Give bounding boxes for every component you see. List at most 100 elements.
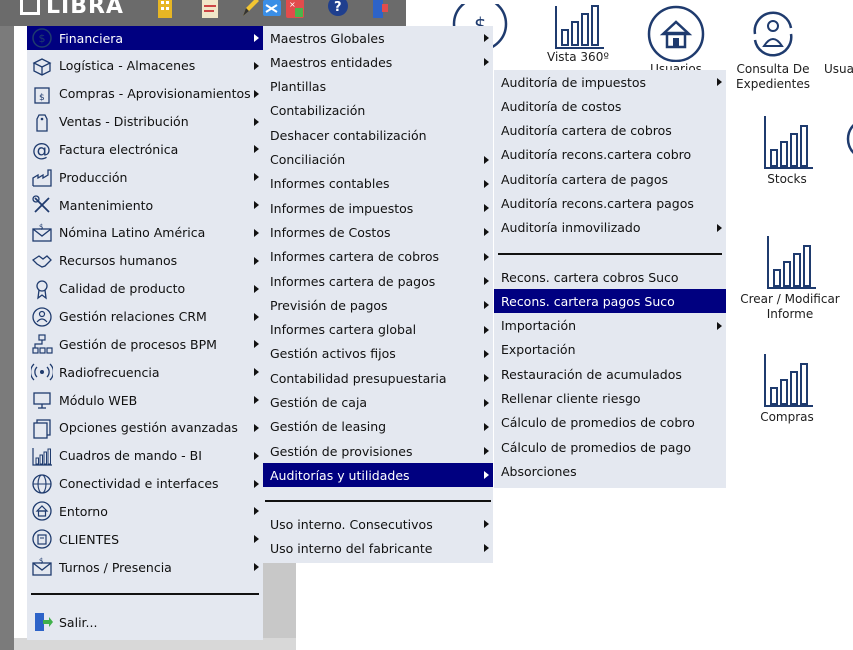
calculator-icon[interactable]: × — [285, 0, 305, 20]
submenu-arrow-icon — [484, 277, 489, 285]
main-menu-item-opciones-gestion-avanzadas[interactable]: Opciones gestión avanzadas — [27, 416, 263, 440]
submenu-item-auditoria-cartera-de-cobros[interactable]: Auditoría cartera de cobros — [494, 119, 726, 143]
submenu-item-deshacer-contabilizacion[interactable]: Deshacer contabilización — [263, 123, 493, 147]
submenu-item-conciliacion[interactable]: Conciliación — [263, 148, 493, 172]
menu-item-label: Factura electrónica — [59, 141, 179, 157]
main-menu-item-gestion-de-procesos-bpm[interactable]: Gestión de procesos BPM — [27, 332, 263, 356]
submenu-item-gestion-de-provisiones[interactable]: Gestión de provisiones — [263, 439, 493, 463]
tile-stocks[interactable]: Stocks — [756, 114, 818, 187]
documents-icon — [33, 419, 51, 439]
exit-door-icon[interactable] — [370, 0, 390, 20]
submenu-item-contabilidad-presupuestaria[interactable]: Contabilidad presupuestaria — [263, 366, 493, 390]
main-menu-item-recursos-humanos[interactable]: Recursos humanos — [27, 249, 263, 273]
submenu-item-gestion-de-caja[interactable]: Gestión de caja — [263, 391, 493, 415]
main-menu-item-logistica-almacenes[interactable]: Logística - Almacenes — [27, 54, 263, 78]
submenu-item-calculo-de-promedios-de-pago[interactable]: Cálculo de promedios de pago — [494, 435, 726, 459]
tile-compras[interactable]: Compras — [756, 352, 818, 425]
main-menu-item-nomina-latino-america[interactable]: $ Nómina Latino América — [27, 221, 263, 245]
submenu-item-recons-cartera-pagos-suco[interactable]: Recons. cartera pagos Suco — [494, 289, 726, 314]
submenu-item-restauracion-de-acumulados[interactable]: Restauración de acumulados — [494, 362, 726, 386]
pencil-icon[interactable] — [240, 0, 260, 20]
main-menu-item-financiera[interactable]: $ Financiera — [27, 26, 263, 50]
submenu-item-informes-de-costos[interactable]: Informes de Costos — [263, 220, 493, 244]
menu-item-label: Plantillas — [270, 79, 327, 95]
submenu-item-informes-cartera-de-pagos[interactable]: Informes cartera de pagos — [263, 269, 493, 293]
menu-item-label: Turnos / Presencia — [59, 559, 172, 575]
submenu-arrow-icon — [254, 563, 259, 572]
main-menu-item-calidad-de-producto[interactable]: Calidad de producto — [27, 277, 263, 301]
tile-consulta-expedientes[interactable]: Consulta De Expedientes — [730, 4, 816, 92]
menu-item-label: Auditoría cartera de pagos — [501, 171, 668, 187]
menu-item-label: Opciones gestión avanzadas — [59, 420, 238, 436]
home-icon — [647, 5, 705, 62]
submenu-item-absorciones[interactable]: Absorciones — [494, 459, 726, 483]
tile-vista-360[interactable]: Vista 360º — [545, 4, 611, 65]
main-menu-item-turnos-presencia[interactable]: $ Turnos / Presencia — [27, 555, 263, 579]
tile-label-line1: Consulta De — [736, 62, 810, 76]
submenu-item-contabilizacion[interactable]: Contabilización — [263, 99, 493, 123]
menu-separator — [31, 593, 259, 595]
exit-menu-item[interactable]: Salir... — [27, 610, 263, 634]
submenu-arrow-icon — [254, 535, 259, 544]
submenu-item-informes-cartera-de-cobros[interactable]: Informes cartera de cobros — [263, 245, 493, 269]
tile-crear-modificar-informe[interactable]: Crear / Modificar Informe — [738, 234, 842, 322]
submenu-arrow-icon — [254, 201, 259, 210]
submenu-arrow-icon — [484, 422, 489, 431]
submenu-item-uso-interno-consecutivos[interactable]: Uso interno. Consecutivos — [263, 512, 493, 536]
main-menu-item-conectividad-e-interfaces[interactable]: Conectividad e interfaces — [27, 472, 263, 496]
tile-usuarios[interactable]: Usuarios — [640, 4, 712, 71]
shuffle-icon[interactable] — [262, 0, 282, 20]
main-menu-item-modulo-web[interactable]: Módulo WEB — [27, 388, 263, 412]
form-edit-icon[interactable] — [200, 0, 220, 20]
tile-label: Vista 360º — [547, 50, 609, 64]
submenu-item-auditoria-cartera-de-pagos[interactable]: Auditoría cartera de pagos — [494, 167, 726, 191]
submenu-arrow-icon — [484, 374, 489, 383]
main-menu-item-clientes[interactable]: CLIENTES — [27, 527, 263, 551]
main-menu-item-mantenimiento[interactable]: Mantenimiento — [27, 193, 263, 217]
submenu-item-gestion-de-leasing[interactable]: Gestión de leasing — [263, 415, 493, 439]
menu-item-label: Informes cartera de cobros — [270, 249, 440, 265]
crm-person-icon — [32, 306, 52, 327]
submenu-item-informes-cartera-global[interactable]: Informes cartera global — [263, 318, 493, 342]
menu-item-label: Rellenar cliente riesgo — [501, 391, 641, 406]
submenu-arrow-icon — [254, 368, 259, 377]
submenu-item-importacion[interactable]: Importación — [494, 314, 726, 338]
submenu-item-auditoria-inmovilizado[interactable]: Auditoría inmovilizado — [494, 216, 726, 240]
submenu-item-auditoria-de-impuestos[interactable]: Auditoría de impuestos — [494, 70, 726, 94]
tile-edge-partial[interactable] — [838, 114, 853, 164]
main-menu-item-produccion[interactable]: Producción — [27, 165, 263, 189]
main-menu-item-factura-electronica[interactable]: @ Factura electrónica — [27, 137, 263, 161]
tile-usuarios-partial[interactable]: Usua — [824, 62, 853, 77]
main-menu-item-entorno[interactable]: Entorno — [27, 499, 263, 523]
submenu-item-informes-contables[interactable]: Informes contables — [263, 172, 493, 196]
submenu-item-rellenar-cliente-riesgo[interactable]: Rellenar cliente riesgo — [494, 387, 726, 411]
building-icon[interactable] — [155, 0, 175, 20]
submenu-item-maestros-globales[interactable]: Maestros Globales — [263, 26, 493, 50]
submenu-item-informes-de-impuestos[interactable]: Informes de impuestos — [263, 196, 493, 220]
help-icon[interactable]: ? — [328, 0, 348, 20]
submenu-arrow-icon — [484, 544, 489, 553]
submenu-arrow-icon — [254, 228, 259, 237]
submenu-item-recons-cartera-cobros-suco[interactable]: Recons. cartera cobros Suco — [494, 265, 726, 289]
tile-label: Usua — [824, 62, 853, 76]
submenu-item-exportacion[interactable]: Exportación — [494, 338, 726, 362]
building-circle-icon — [32, 529, 52, 549]
main-menu-item-ventas-distribucion[interactable]: Ventas - Distribución — [27, 110, 263, 134]
submenu-arrow-icon — [484, 179, 489, 188]
submenu-item-auditoria-recons-cartera-cobro[interactable]: Auditoría recons.cartera cobro — [494, 143, 726, 167]
main-menu-item-compras-aprovisionamientos[interactable]: $ Compras - Aprovisionamientos — [27, 82, 263, 106]
submenu-item-maestros-entidades[interactable]: Maestros entidades — [263, 50, 493, 74]
submenu-item-auditoria-de-costos[interactable]: Auditoría de costos — [494, 94, 726, 118]
main-menu-item-cuadros-de-mando-bi[interactable]: Cuadros de mando - BI — [27, 444, 263, 468]
submenu-arrow-icon — [254, 173, 259, 182]
submenu-item-auditorias-y-utilidades[interactable]: Auditorías y utilidades — [263, 463, 493, 488]
main-menu-item-gestion-relaciones-crm[interactable]: Gestión relaciones CRM — [27, 305, 263, 329]
submenu-item-uso-interno-del-fabricante[interactable]: Uso interno del fabricante — [263, 536, 493, 560]
submenu-item-prevision-de-pagos[interactable]: Previsión de pagos — [263, 293, 493, 317]
submenu-item-auditoria-recons-cartera-pagos[interactable]: Auditoría recons.cartera pagos — [494, 192, 726, 216]
submenu-arrow-icon — [254, 479, 259, 488]
submenu-item-gestion-activos-fijos[interactable]: Gestión activos fijos — [263, 342, 493, 366]
submenu-item-calculo-de-promedios-de-cobro[interactable]: Cálculo de promedios de cobro — [494, 411, 726, 435]
main-menu-item-radiofrecuencia[interactable]: Radiofrecuencia — [27, 360, 263, 384]
submenu-item-plantillas[interactable]: Plantillas — [263, 75, 493, 99]
